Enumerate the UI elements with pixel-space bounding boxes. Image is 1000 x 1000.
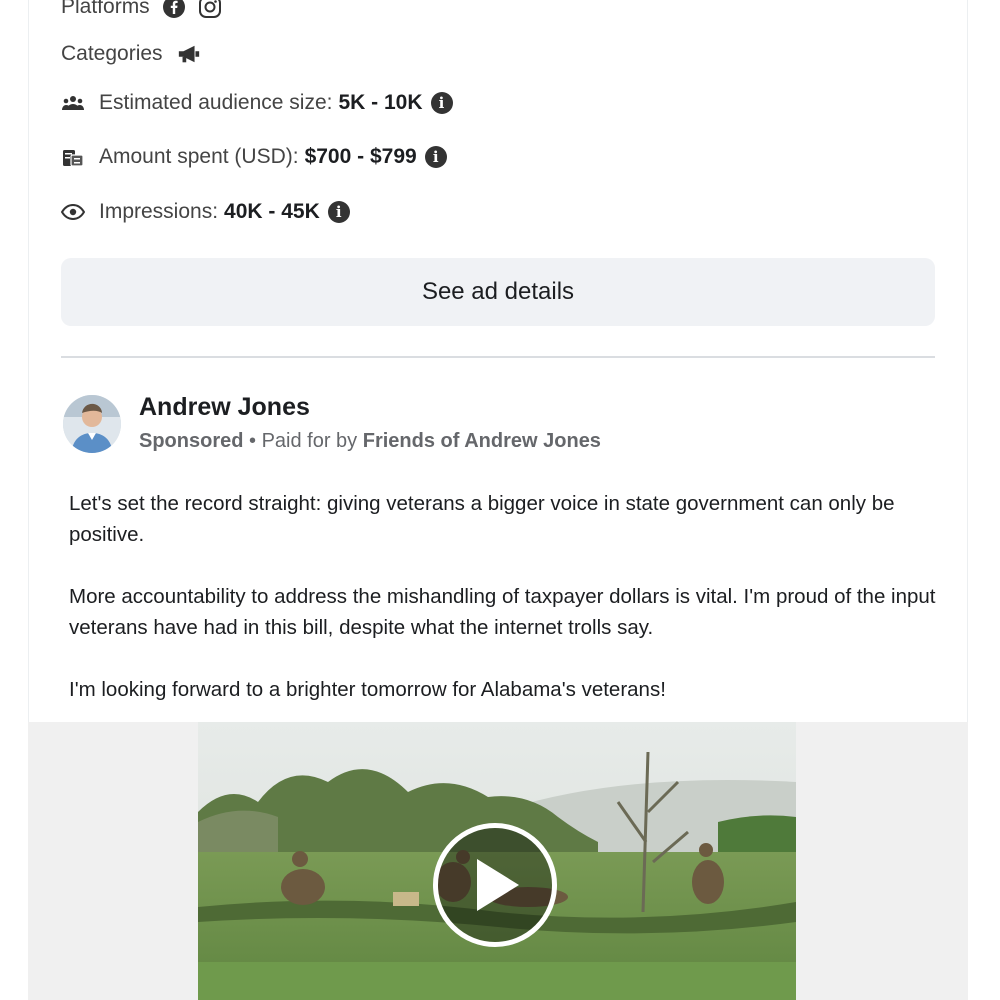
ad-library-page: Platforms Categories Estimated audience … — [0, 0, 1000, 1000]
audience-label: Estimated audience size: — [99, 91, 333, 114]
ad-paragraph: I'm looking forward to a brighter tomorr… — [69, 678, 666, 701]
impressions-row: Impressions: 40K - 45K i — [61, 200, 350, 224]
see-ad-details-button[interactable]: See ad details — [61, 258, 935, 326]
sponsored-line: Sponsored • Paid for by Friends of Andre… — [139, 430, 601, 453]
amount-spent-value: $700 - $799 — [304, 145, 417, 168]
categories-row: Categories — [61, 42, 201, 66]
platforms-row: Platforms — [61, 0, 222, 19]
play-icon — [477, 859, 519, 911]
eye-icon — [61, 200, 85, 224]
amount-spent-row: Amount spent (USD): $700 - $799 i — [61, 145, 447, 169]
info-icon[interactable]: i — [424, 146, 447, 168]
play-button[interactable] — [433, 823, 557, 947]
avatar[interactable] — [63, 395, 121, 453]
audience-row: Estimated audience size: 5K - 10K i — [61, 91, 453, 115]
info-icon[interactable]: i — [430, 92, 453, 114]
money-icon — [61, 145, 85, 169]
advertiser-name[interactable]: Andrew Jones — [139, 393, 310, 422]
impressions-value: 40K - 45K — [224, 200, 320, 223]
ad-paragraph: More accountability to address the misha… — [69, 585, 936, 639]
facebook-icon — [162, 0, 186, 19]
paid-for-prefix: Paid for by — [261, 430, 363, 452]
instagram-icon — [198, 0, 222, 19]
ad-paragraph: Let's set the record straight: giving ve… — [69, 492, 895, 546]
sponsored-label: Sponsored — [139, 430, 244, 452]
audience-value: 5K - 10K — [338, 91, 423, 114]
megaphone-icon — [177, 42, 201, 66]
ad-body: Let's set the record straight: giving ve… — [69, 488, 939, 736]
categories-label: Categories — [61, 42, 163, 65]
impressions-label: Impressions: — [99, 200, 219, 223]
info-icon[interactable]: i — [327, 201, 350, 223]
platforms-label: Platforms — [61, 0, 150, 18]
amount-spent-label: Amount spent (USD): — [99, 145, 299, 168]
people-icon — [61, 91, 85, 115]
separator: • — [243, 430, 262, 452]
paid-for-by-link[interactable]: Friends of Andrew Jones — [363, 430, 601, 452]
divider — [61, 356, 935, 358]
